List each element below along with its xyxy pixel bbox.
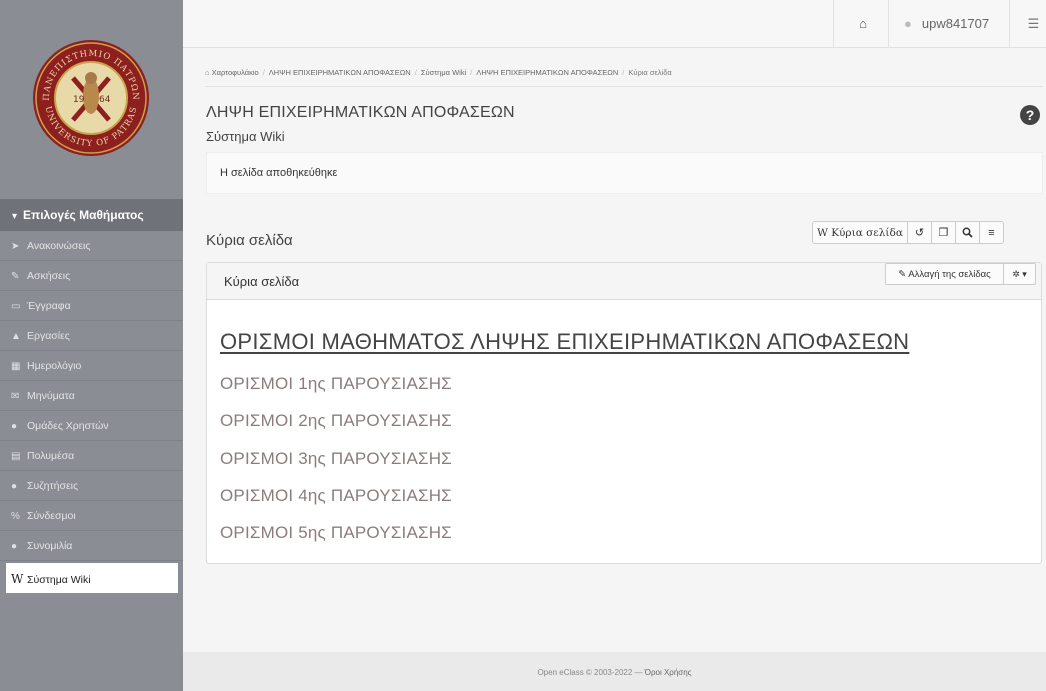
breadcrumb-separator: / [414, 68, 417, 77]
list-button[interactable]: ≡ [979, 221, 1004, 244]
bullhorn-icon: ➤ [11, 241, 20, 252]
wiki-main-page-button[interactable]: W Κύρια σελίδα [812, 221, 908, 244]
wiki-link[interactable]: ΟΡΙΣΜΟΙ 2ης ΠΑΡΟΥΣΙΑΣΗΣ [220, 411, 452, 431]
chevron-down-icon: ▾ [12, 211, 18, 222]
sidebar-item-label: Ομάδες Χρηστών [27, 420, 109, 432]
logo-year-right: 64 [99, 95, 111, 105]
calendar-icon: ▦ [11, 361, 21, 372]
university-logo[interactable]: 19 64 ΠΑΝΕΠΙΣΤΗΜΙΟ ΠΑΤΡΩΝ UNIVERSITY OF … [31, 38, 151, 158]
logo-year-left: 19 [73, 95, 85, 105]
edit-page-button[interactable]: ✎ Αλλαγή της σελίδας [885, 263, 1004, 285]
breadcrumb-wiki[interactable]: Σύστημα Wiki [421, 68, 466, 77]
history-icon: ↺ [914, 227, 925, 239]
sidebar-item-chat[interactable]: ● Συνομιλία [0, 531, 183, 561]
sidebar-item-label: Ασκήσεις [27, 270, 71, 282]
wiki-link[interactable]: ΟΡΙΣΜΟΙ 3ης ΠΑΡΟΥΣΙΑΣΗΣ [220, 449, 452, 469]
wikipedia-icon: W [11, 572, 24, 586]
envelope-icon: ✉ [11, 391, 20, 402]
course-title: ΛΗΨΗ ΕΠΙΧΕΙΡΗΜΑΤΙΚΩΝ ΑΠΟΦΑΣΕΩΝ [206, 104, 515, 121]
alert-message: Η σελίδα αποθηκεύθηκε [220, 167, 338, 179]
panel-title: Κύρια σελίδα [224, 274, 300, 289]
link-icon: % [11, 511, 20, 522]
course-options-toggle[interactable]: ▾ Επιλογές Μαθήματος [0, 199, 183, 231]
wiki-toolbar: W Κύρια σελίδα ↺ ❐ ≡ [812, 221, 1004, 244]
module-title: Σύστημα Wiki [206, 129, 285, 144]
sidebar-item-multimedia[interactable]: ▤ Πολυμέσα [0, 441, 183, 471]
username: upw841707 [921, 16, 990, 31]
divider [1009, 0, 1010, 48]
sidebar-item-assignments[interactable]: ▲ Εργασίες [0, 321, 183, 351]
sidebar-item-wiki[interactable]: W Σύστημα Wiki [6, 563, 178, 593]
gear-icon: ✲ ▾ [1012, 268, 1027, 279]
sidebar-item-links[interactable]: % Σύνδεσμοι [0, 501, 183, 531]
footer: Open eClass © 2003-2022 — Όροι Χρήσης [183, 652, 1046, 691]
gear-dropdown-button[interactable]: ✲ ▾ [1003, 263, 1036, 285]
search-icon [962, 227, 973, 238]
terms-link[interactable]: Όροι Χρήσης [645, 668, 692, 677]
page-heading: Κύρια σελίδα [206, 232, 293, 249]
wiki-link[interactable]: ΟΡΙΣΜΟΙ 1ης ΠΑΡΟΥΣΙΑΣΗΣ [220, 374, 452, 394]
course-options-label: Επιλογές Μαθήματος [23, 208, 144, 222]
sidebar-item-label: Μηνύματα [27, 390, 75, 402]
sidebar-item-label: Συνομιλία [27, 540, 73, 552]
help-icon[interactable]: ? [1020, 105, 1040, 125]
settings-button[interactable]: ☰ [1021, 0, 1046, 48]
sidebar-item-discussions[interactable]: ● Συζητήσεις [0, 471, 183, 501]
sidebar-item-messages[interactable]: ✉ Μηνύματα [0, 381, 183, 411]
comments-icon: ● [11, 481, 18, 492]
sidebar-item-label: Ανακοινώσεις [27, 240, 91, 252]
wiki-link[interactable]: ΟΡΙΣΜΟΙ 4ης ΠΑΡΟΥΣΙΑΣΗΣ [220, 486, 452, 506]
sidebar-item-calendar[interactable]: ▦ Ημερολόγιο [0, 351, 183, 381]
breadcrumb-separator: / [470, 68, 473, 77]
home-icon: ⌂ [859, 16, 867, 31]
users-icon: ● [11, 421, 18, 432]
divider [888, 0, 889, 48]
footer-copyright: Open eClass © 2003-2022 — [537, 668, 643, 677]
sidebar-item-label: Εργασίες [27, 330, 70, 342]
history-button[interactable]: ↺ [907, 221, 932, 244]
sliders-icon: ☰ [1027, 16, 1040, 31]
search-button[interactable] [955, 221, 980, 244]
sidebar-item-label: Έγγραφα [27, 300, 71, 312]
sidebar-item-label: Ημερολόγιο [27, 360, 82, 372]
breadcrumb-course[interactable]: ΛΗΨΗ ΕΠΙΧΕΙΡΗΜΑΤΙΚΩΝ ΑΠΟΦΑΣΕΩΝ [269, 68, 411, 77]
sidebar-item-label: Σύστημα Wiki [27, 574, 91, 586]
wiki-content-heading[interactable]: ΟΡΙΣΜΟΙ ΜΑΘΗΜΑΤΟΣ ΛΗΨΗΣ ΕΠΙΧΕΙΡΗΜΑΤΙΚΩΝ … [220, 329, 909, 355]
top-bar: ⌂ ● upw841707 ☰ [183, 0, 1046, 48]
flask-icon: ▲ [11, 331, 21, 342]
divider [205, 86, 1043, 87]
breadcrumb-portfolio[interactable]: Χαρτοφυλάκιο [212, 68, 259, 77]
sidebar-item-label: Σύνδεσμοι [27, 510, 76, 522]
sidebar: 19 64 ΠΑΝΕΠΙΣΤΗΜΙΟ ΠΑΤΡΩΝ UNIVERSITY OF … [0, 0, 183, 691]
copy-icon: ❐ [938, 227, 949, 239]
folder-open-icon: ▭ [11, 301, 21, 312]
sidebar-item-announcements[interactable]: ➤ Ανακοινώσεις [0, 231, 183, 261]
sidebar-item-exercises[interactable]: ✎ Ασκήσεις [0, 261, 183, 291]
sidebar-item-user-groups[interactable]: ● Ομάδες Χρηστών [0, 411, 183, 441]
sidebar-item-label: Πολυμέσα [27, 450, 75, 462]
breadcrumb: ⌂ Χαρτοφυλάκιο / ΛΗΨΗ ΕΠΙΧΕΙΡΗΜΑΤΙΚΩΝ ΑΠΟΦ… [205, 68, 1045, 77]
edit-icon: ✎ [11, 271, 20, 282]
breadcrumb-separator: / [262, 68, 265, 77]
sidebar-item-documents[interactable]: ▭ Έγγραφα [0, 291, 183, 321]
wiki-page-panel: Κύρια σελίδα ✎ Αλλαγή της σελίδας ✲ ▾ ΟΡ… [206, 262, 1042, 564]
home-button[interactable]: ⌂ [843, 0, 883, 48]
wiki-link[interactable]: ΟΡΙΣΜΟΙ 5ης ΠΑΡΟΥΣΙΑΣΗΣ [220, 523, 452, 543]
home-icon: ⌂ [205, 68, 210, 77]
chat-icon: ● [11, 541, 18, 552]
breadcrumb-separator: / [622, 68, 625, 77]
user-icon: ● [904, 16, 912, 31]
logo-area: 19 64 ΠΑΝΕΠΙΣΤΗΜΙΟ ΠΑΤΡΩΝ UNIVERSITY OF … [0, 0, 183, 197]
film-icon: ▤ [11, 451, 21, 462]
success-alert: Η σελίδα αποθηκεύθηκε [206, 152, 1043, 194]
breadcrumb-wiki-course[interactable]: ΛΗΨΗ ΕΠΙΧΕΙΡΗΜΑΤΙΚΩΝ ΑΠΟΦΑΣΕΩΝ [476, 68, 618, 77]
panel-header: Κύρια σελίδα ✎ Αλλαγή της σελίδας ✲ ▾ [207, 263, 1041, 300]
list-icon: ≡ [988, 226, 995, 239]
breadcrumb-current: Κύρια σελίδα [628, 68, 672, 77]
sidebar-item-label: Συζητήσεις [27, 480, 79, 492]
user-menu-button[interactable]: ● upw841707 [896, 0, 999, 48]
recent-changes-button[interactable]: ❐ [931, 221, 956, 244]
divider [833, 0, 834, 48]
